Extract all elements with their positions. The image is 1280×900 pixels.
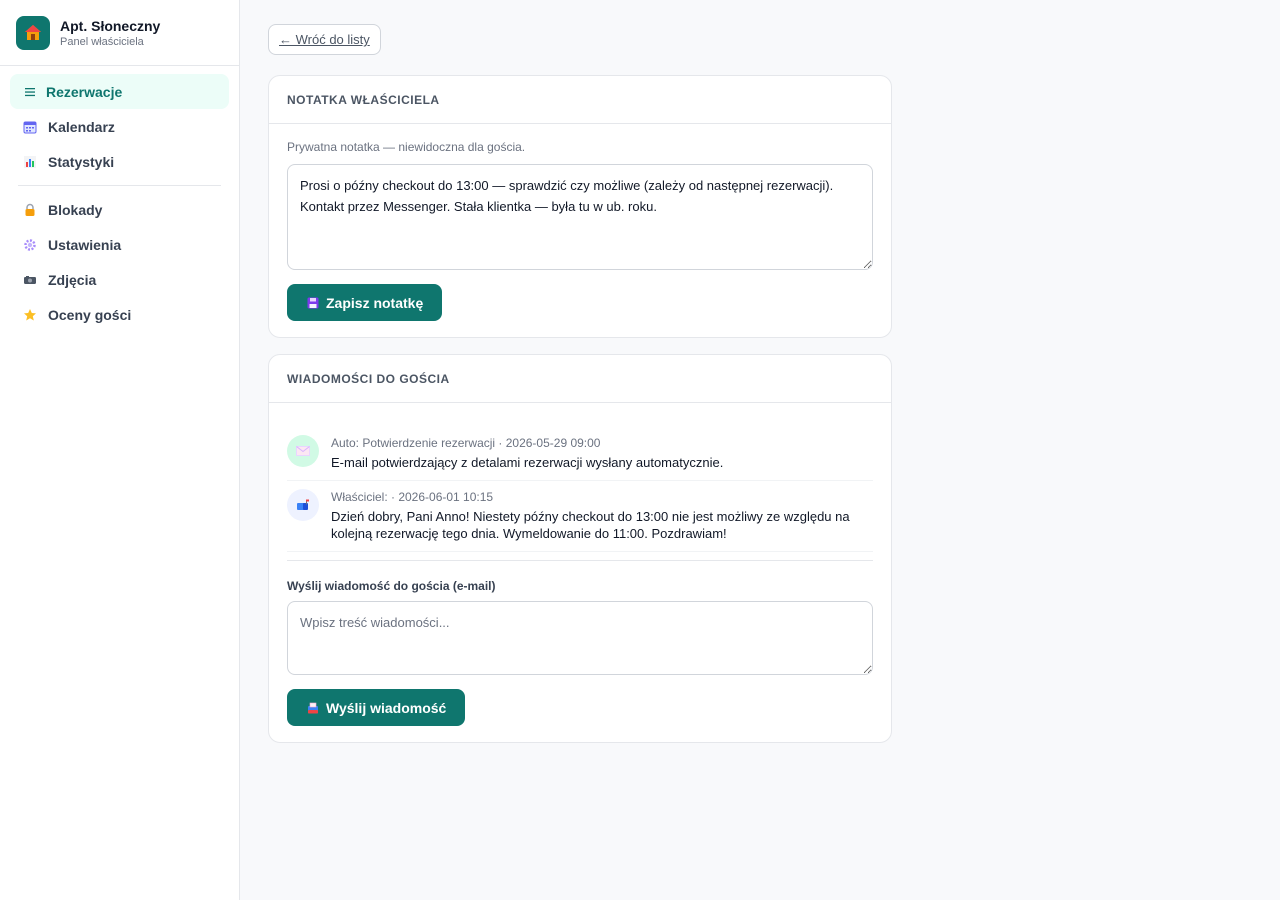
sidebar-item-ustawienia[interactable]: Ustawienia xyxy=(10,227,229,262)
sidebar-item-label: Oceny gości xyxy=(48,306,132,323)
brand-subtitle: Panel właściciela xyxy=(60,35,144,48)
guest-messages-card: WIADOMOŚCI DO GOŚCIA Auto: Potwierdzenie… xyxy=(268,354,892,743)
envelope-icon xyxy=(287,435,319,467)
send-message-button-label: Wyślij wiadomość xyxy=(326,699,447,716)
sidebar-item-label: Rezerwacje xyxy=(46,83,123,100)
calendar-icon xyxy=(22,119,38,135)
lock-icon xyxy=(22,202,38,218)
sidebar-item-label: Ustawienia xyxy=(48,236,122,253)
star-icon xyxy=(22,307,38,323)
save-note-label: Zapisz notatkę xyxy=(326,294,424,311)
brand-name: Apt. Słoneczny xyxy=(60,17,161,34)
nav-divider xyxy=(18,185,221,186)
back-to-list-button[interactable]: ← Wróć do listy xyxy=(268,24,381,55)
message-input[interactable] xyxy=(287,601,873,675)
message-list: Auto: Potwierdzenie rezerwacji · 2026-05… xyxy=(287,419,873,552)
sidebar-item-blokady[interactable]: Blokady xyxy=(10,192,229,227)
send-message-label: Wyślij wiadomość do gościa (e-mail) xyxy=(287,579,496,593)
divider xyxy=(287,560,873,561)
sidebar-item-label: Statystyki xyxy=(48,153,115,170)
sidebar-item-label: Zdjęcia xyxy=(48,271,97,288)
owner-note-title: NOTATKA WŁAŚCICIELA xyxy=(269,76,891,124)
sidebar-item-oceny-gosci[interactable]: Oceny gości xyxy=(10,297,229,332)
camera-icon xyxy=(22,272,38,288)
owner-note-card: NOTATKA WŁAŚCICIELA Prywatna notatka — n… xyxy=(268,75,892,338)
guest-messages-title: WIADOMOŚCI DO GOŚCIA xyxy=(269,355,891,403)
sidebar-item-statystyki[interactable]: Statystyki xyxy=(10,144,229,179)
message-meta: Właściciel: · 2026-06-01 10:15 xyxy=(331,490,494,504)
sidebar-item-rezerwacje[interactable]: Rezerwacje xyxy=(10,74,229,109)
bar-chart-icon xyxy=(22,154,38,170)
main-content: ← Wróć do listy NOTATKA WŁAŚCICIELA Pryw… xyxy=(268,24,892,743)
gear-icon xyxy=(22,237,38,253)
floppy-disk-icon xyxy=(306,296,320,310)
brand-header: Apt. Słoneczny Panel właściciela xyxy=(0,0,239,66)
house-icon xyxy=(16,15,50,50)
mailbox-icon xyxy=(287,489,319,521)
owner-note-hint: Prywatna notatka — niewidoczna dla gości… xyxy=(287,140,526,154)
sidebar-item-label: Blokady xyxy=(48,201,103,218)
message-text: Dzień dobry, Pani Anno! Niestety późny c… xyxy=(331,509,850,541)
list-item: Auto: Potwierdzenie rezerwacji · 2026-05… xyxy=(287,427,873,481)
message-meta: Auto: Potwierdzenie rezerwacji · 2026-05… xyxy=(331,436,601,450)
message-text: E-mail potwierdzający z detalami rezerwa… xyxy=(331,455,724,470)
sidebar-nav: Rezerwacje Kalendarz Statystyki Blokady xyxy=(0,66,239,340)
sidebar: Apt. Słoneczny Panel właściciela Rezerwa… xyxy=(0,0,240,900)
save-note-button[interactable]: Zapisz notatkę xyxy=(287,284,443,321)
sidebar-item-label: Kalendarz xyxy=(48,118,115,135)
list-icon xyxy=(22,84,38,100)
outbox-icon xyxy=(306,701,320,715)
send-message-button[interactable]: Wyślij wiadomość xyxy=(287,689,466,726)
sidebar-item-zdjecia[interactable]: Zdjęcia xyxy=(10,262,229,297)
owner-note-textarea[interactable]: Prosi o późny checkout do 13:00 — sprawd… xyxy=(287,164,873,270)
sidebar-item-kalendarz[interactable]: Kalendarz xyxy=(10,109,229,144)
list-item: Właściciel: · 2026-06-01 10:15 Dzień dob… xyxy=(287,481,873,552)
